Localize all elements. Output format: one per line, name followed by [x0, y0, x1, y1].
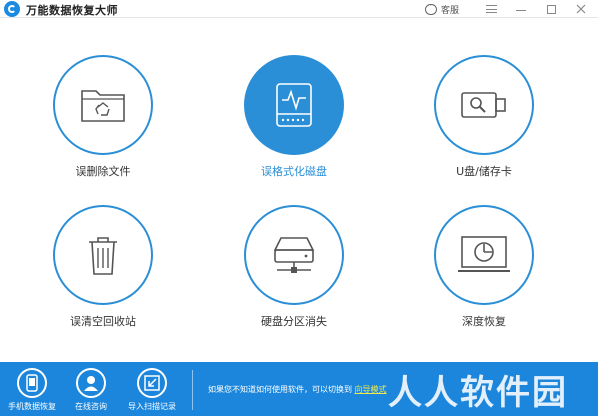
menu-icon — [485, 5, 497, 13]
tile-label: 误格式化磁盘 — [261, 165, 327, 178]
tile-formatted-disk[interactable]: 误格式化磁盘 — [214, 55, 374, 195]
tile-usb-card[interactable]: U盘/储存卡 — [404, 55, 564, 195]
tile-label: 硬盘分区消失 — [261, 315, 327, 328]
customer-service-button[interactable]: 客服 — [425, 1, 459, 17]
minimize-icon — [516, 9, 526, 11]
app-logo-icon — [4, 1, 20, 17]
bottom-circle — [17, 368, 47, 398]
bottom-item-label: 导入扫描记录 — [128, 402, 176, 411]
bottom-circle — [137, 368, 167, 398]
customer-service-label: 客服 — [441, 5, 460, 16]
folder-recycle-icon — [81, 90, 125, 122]
maximize-button[interactable] — [538, 0, 564, 18]
tile-label: 误清空回收站 — [70, 315, 136, 328]
tile-label: 误删除文件 — [75, 165, 131, 178]
maximize-icon — [546, 4, 556, 14]
import-icon — [144, 375, 160, 391]
phone-recovery-button[interactable]: 手机数据恢复 — [2, 368, 62, 416]
recovery-mode-grid: 误删除文件 误格式化磁盘 U盘/储存卡 误清空回收站 硬盘分区消失 深度恢复 — [0, 19, 598, 362]
import-scan-record-button[interactable]: 导入扫描记录 — [122, 368, 182, 416]
tile-deep-recovery[interactable]: 深度恢复 — [404, 205, 564, 345]
bottom-bar: 手机数据恢复 在线咨询 导入扫描记录 如果您不知道如何使用软件，可以切换到 向导… — [0, 362, 598, 416]
tile-deleted-files[interactable]: 误删除文件 — [23, 55, 183, 195]
tile-circle — [434, 205, 534, 305]
tile-circle — [53, 55, 153, 155]
menu-button[interactable] — [478, 0, 504, 18]
tile-recycle-bin[interactable]: 误清空回收站 — [23, 205, 183, 345]
phone-icon — [26, 374, 38, 392]
wizard-hint-text: 如果您不知道如何使用软件，可以切换到 — [208, 385, 352, 394]
wizard-hint: 如果您不知道如何使用软件，可以切换到 向导模式 — [208, 384, 387, 395]
bottom-item-label: 在线咨询 — [75, 402, 107, 411]
tile-partition-lost[interactable]: 硬盘分区消失 — [214, 205, 374, 345]
hard-drive-icon — [273, 237, 315, 273]
close-icon — [576, 4, 586, 14]
tile-circle — [244, 55, 344, 155]
wizard-mode-link[interactable]: 向导模式 — [355, 385, 387, 394]
tile-label: U盘/储存卡 — [456, 165, 512, 178]
tile-circle — [53, 205, 153, 305]
divider — [192, 370, 193, 410]
online-consult-button[interactable]: 在线咨询 — [61, 368, 121, 416]
monitor-scan-icon — [458, 236, 510, 272]
usb-drive-icon — [461, 92, 506, 118]
chat-bubble-icon — [425, 1, 437, 15]
app-title: 万能数据恢复大师 — [26, 4, 118, 17]
person-icon — [84, 376, 98, 391]
trash-bin-icon — [89, 237, 117, 275]
watermark-logo: 人人软件园 — [388, 373, 568, 413]
close-button[interactable] — [568, 0, 594, 18]
tile-circle — [434, 55, 534, 155]
disk-pulse-icon — [276, 83, 312, 127]
title-bar: 万能数据恢复大师 客服 — [0, 0, 598, 18]
bottom-item-label: 手机数据恢复 — [8, 402, 56, 411]
tile-label: 深度恢复 — [462, 315, 506, 328]
bottom-circle — [76, 368, 106, 398]
tile-circle — [244, 205, 344, 305]
minimize-button[interactable] — [508, 0, 534, 18]
